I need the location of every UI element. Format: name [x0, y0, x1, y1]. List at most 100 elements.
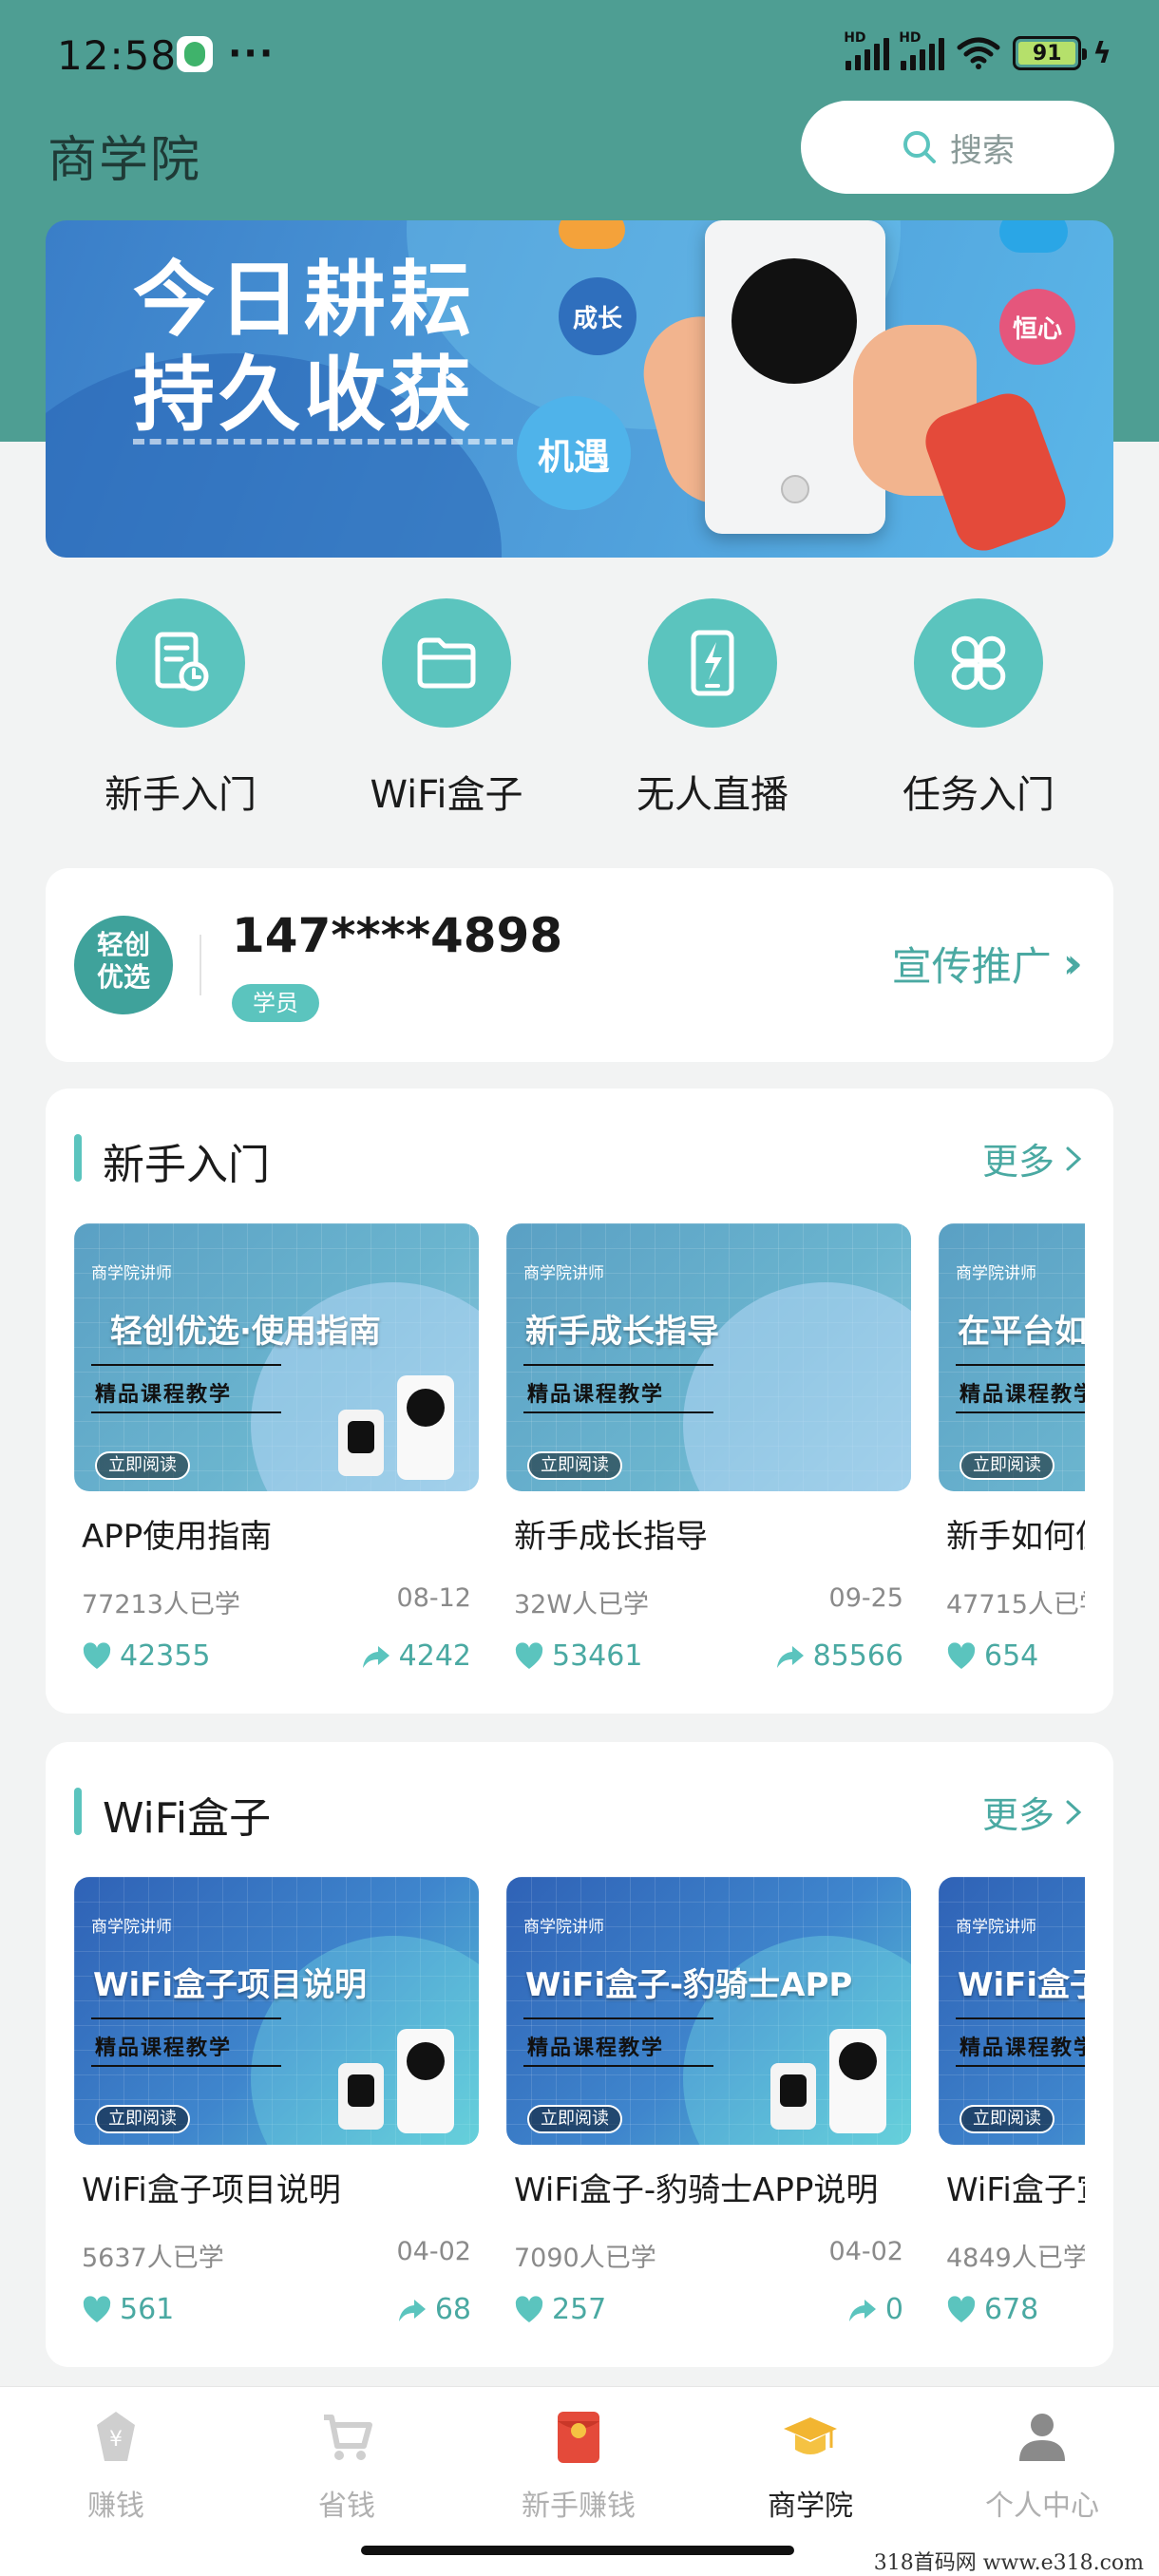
learner-count: 7090人已学 — [514, 2244, 656, 2273]
read-now-button[interactable]: 立即阅读 — [960, 2105, 1054, 2133]
signal-icon: HD — [899, 30, 945, 70]
double-chevron-right-icon: ›› — [1062, 939, 1083, 988]
read-now-button[interactable]: 立即阅读 — [95, 2105, 190, 2133]
course-name: 新手如何值 — [946, 1518, 1085, 1556]
banner-bubble-chance: 机遇 — [517, 396, 631, 510]
category-beginner[interactable]: 新手入门 — [66, 598, 294, 819]
course-date: 04-02 — [828, 2237, 903, 2266]
category-label: 无人直播 — [636, 773, 788, 817]
learner-count: 5637人已学 — [82, 2244, 224, 2273]
more-link[interactable]: 更多 — [982, 1132, 1085, 1184]
cart-icon — [324, 2415, 372, 2460]
like-count[interactable]: 42355 — [82, 1639, 210, 1673]
clover-icon — [951, 635, 1006, 691]
charging-icon: ϟ — [1092, 36, 1112, 70]
learner-count: 47715人已学 — [946, 1590, 1085, 1619]
read-now-button[interactable]: 立即阅读 — [960, 1451, 1054, 1480]
search-placeholder: 搜索 — [950, 131, 1015, 170]
signal-icon: HD — [844, 30, 890, 70]
section-title: WiFi盒子 — [103, 1794, 272, 1843]
app-notification-icon — [177, 36, 213, 72]
course-name: APP使用指南 — [82, 1518, 273, 1556]
red-envelope-icon — [558, 2412, 599, 2463]
svg-text:¥: ¥ — [109, 2428, 123, 2452]
tab-academy[interactable]: 商学院 — [715, 2406, 905, 2524]
course-thumbnail: 商学院讲师 轻创优选·使用指南 精品课程教学 立即阅读 — [74, 1223, 479, 1491]
avatar[interactable]: 轻创 优选 — [74, 916, 173, 1014]
page-title: 商学院 — [48, 132, 202, 189]
battery-icon: 91 — [1013, 36, 1088, 70]
share-icon — [776, 1645, 804, 1668]
course-name: WiFi盒子-豹骑士APP说明 — [514, 2171, 879, 2209]
tab-earn[interactable]: ¥ 赚钱 — [21, 2406, 211, 2524]
heart-icon — [515, 1641, 543, 1669]
category-label: 新手入门 — [104, 773, 256, 817]
banner-bubble-growth: 成长 — [559, 277, 636, 355]
promotion-link[interactable]: 宣传推广 ›› — [892, 935, 1083, 993]
category-live-stream[interactable]: 无人直播 — [598, 598, 826, 819]
learner-count: 4849人已学 — [946, 2244, 1085, 2273]
section-title: 新手入门 — [103, 1141, 270, 1189]
person-icon — [1019, 2414, 1065, 2461]
section-wifi-box: WiFi盒子 更多 商学院讲师 WiFi盒子项目说明 精品课程教学 立即阅读 W… — [46, 1742, 1113, 2367]
course-thumbnail: 商学院讲师 在平台如 精品课程教学 立即阅读 — [939, 1223, 1085, 1491]
status-indicators: HD HD 91 ϟ — [844, 30, 1112, 70]
course-name: 新手成长指导 — [514, 1518, 708, 1556]
tab-profile[interactable]: 个人中心 — [947, 2406, 1137, 2524]
like-count[interactable]: 654 — [946, 1639, 1038, 1673]
category-wifi-box[interactable]: WiFi盒子 — [332, 598, 560, 819]
course-date: 04-02 — [396, 2237, 471, 2266]
search-icon — [903, 131, 936, 163]
read-now-button[interactable]: 立即阅读 — [527, 1451, 622, 1480]
course-date: 09-25 — [828, 1583, 903, 1613]
course-card[interactable]: 商学院讲师 新手成长指导 精品课程教学 立即阅读 新手成长指导 32W人已学 09… — [506, 1223, 911, 1673]
decor-bubble — [559, 220, 625, 249]
category-label: WiFi盒子 — [370, 773, 523, 817]
course-thumbnail: 商学院讲师 WiFi盒子 精品课程教学 立即阅读 — [939, 1877, 1085, 2145]
wifi-icon — [957, 37, 1000, 69]
course-carousel: 商学院讲师 轻创优选·使用指南 精品课程教学 立即阅读 APP使用指南 7721… — [74, 1223, 1085, 1679]
search-button[interactable]: 搜索 — [801, 101, 1114, 194]
more-notifications-icon: ··· — [228, 32, 276, 74]
course-date: 08-12 — [396, 1583, 471, 1613]
share-count[interactable]: 0 — [847, 2293, 903, 2326]
course-thumbnail: 商学院讲师 WiFi盒子-豹骑士APP 精品课程教学 立即阅读 — [506, 1877, 911, 2145]
share-icon — [362, 1645, 390, 1668]
heart-icon — [947, 2295, 976, 2322]
document-clock-icon — [155, 632, 209, 691]
folder-icon — [417, 637, 476, 689]
course-card[interactable]: 商学院讲师 轻创优选·使用指南 精品课程教学 立即阅读 APP使用指南 7721… — [74, 1223, 479, 1673]
course-card[interactable]: 商学院讲师 在平台如 精品课程教学 立即阅读 新手如何值 47715人已学 65… — [939, 1223, 1085, 1673]
share-count[interactable]: 85566 — [775, 1639, 903, 1673]
status-bar: 12:58 ··· HD HD 91 ϟ — [0, 0, 1159, 104]
course-card[interactable]: 商学院讲师 WiFi盒子 精品课程教学 立即阅读 WiFi盒子宣 4849人已学… — [939, 1877, 1085, 2326]
share-icon — [848, 2299, 876, 2321]
learner-count: 77213人已学 — [82, 1590, 240, 1619]
earn-icon: ¥ — [97, 2412, 135, 2461]
course-name: WiFi盒子宣 — [946, 2171, 1085, 2209]
heart-icon — [83, 1641, 111, 1669]
course-card[interactable]: 商学院讲师 WiFi盒子-豹骑士APP 精品课程教学 立即阅读 WiFi盒子-豹… — [506, 1877, 911, 2326]
member-phone: 147****4898 — [232, 908, 563, 963]
read-now-button[interactable]: 立即阅读 — [527, 2105, 622, 2133]
like-count[interactable]: 678 — [946, 2293, 1038, 2326]
share-count[interactable]: 68 — [397, 2293, 471, 2326]
like-count[interactable]: 257 — [514, 2293, 606, 2326]
promo-banner[interactable]: 今日耕耘 持久收获 成长 机遇 恒心 — [46, 220, 1113, 558]
share-count[interactable]: 4242 — [361, 1639, 471, 1673]
category-label: 任务入门 — [902, 773, 1054, 817]
heart-icon — [83, 2295, 111, 2322]
chevron-right-icon — [1066, 1800, 1082, 1824]
section-beginner: 新手入门 更多 商学院讲师 轻创优选·使用指南 精品课程教学 立即阅读 APP使… — [46, 1089, 1113, 1714]
graduation-cap-icon — [784, 2417, 837, 2454]
more-link[interactable]: 更多 — [982, 1786, 1085, 1838]
tab-newbie-earn[interactable]: 新手赚钱 — [484, 2406, 674, 2524]
read-now-button[interactable]: 立即阅读 — [95, 1451, 190, 1480]
like-count[interactable]: 561 — [82, 2293, 174, 2326]
tab-save[interactable]: 省钱 — [252, 2406, 442, 2524]
decor-bubble — [999, 220, 1068, 253]
like-count[interactable]: 53461 — [514, 1639, 642, 1673]
course-card[interactable]: 商学院讲师 WiFi盒子项目说明 精品课程教学 立即阅读 WiFi盒子项目说明 … — [74, 1877, 479, 2326]
category-grid: 新手入门 WiFi盒子 无人直播 任务入门 — [46, 598, 1113, 826]
category-tasks[interactable]: 任务入门 — [864, 598, 1092, 819]
